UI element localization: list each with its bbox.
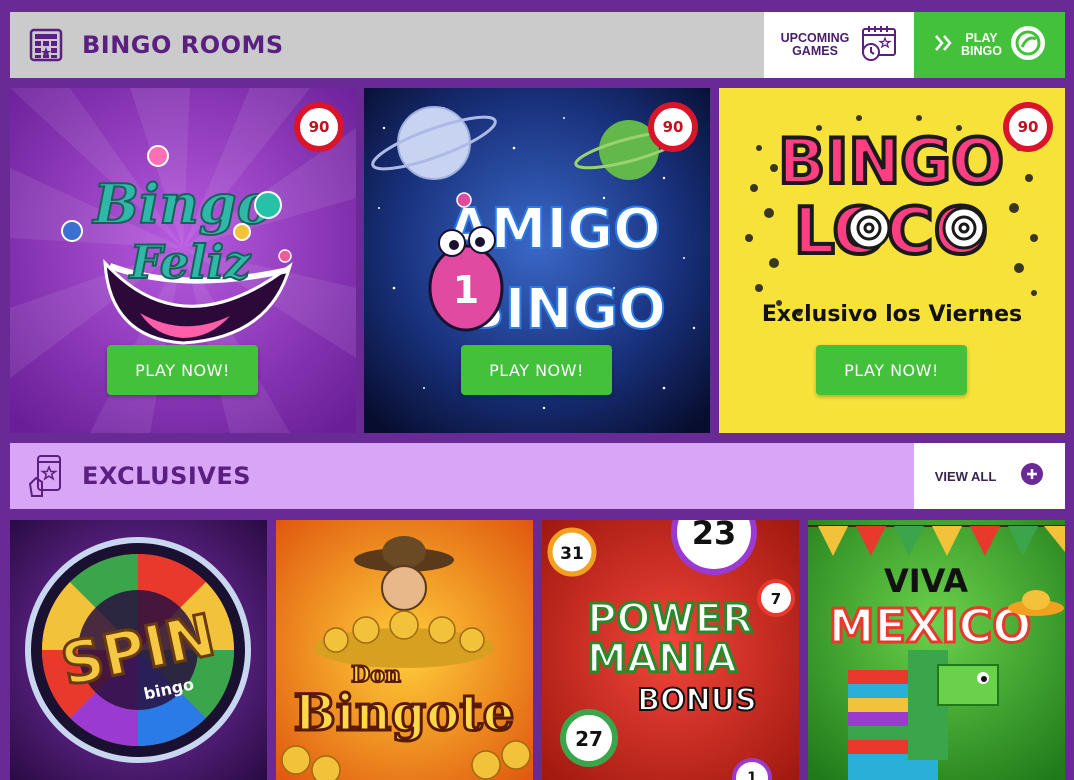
phone-star-icon	[10, 443, 82, 509]
ball-7-number: 7	[771, 590, 781, 608]
exclusives-header: EXCLUSIVES VIEW ALL	[10, 443, 1065, 509]
play-now-button[interactable]: PLAY NOW!	[107, 345, 258, 395]
game-tile-power-mania-bonus[interactable]: 31 23 7 27 1 POWER MANIA BONUS	[542, 520, 799, 780]
play-bingo-label: PLAY BINGO	[961, 31, 1002, 58]
ball-90-number: 90	[1009, 108, 1047, 146]
exclusives-title: EXCLUSIVES	[82, 462, 252, 490]
ball-90-number: 90	[300, 108, 338, 146]
svg-text:Bingote: Bingote	[294, 683, 515, 742]
svg-text:1: 1	[453, 268, 479, 312]
double-chevron-icon	[934, 34, 954, 57]
don-bingote-artwork: Don Bingote	[276, 520, 533, 780]
svg-text:BONUS: BONUS	[637, 683, 756, 718]
game-tile-don-bingote[interactable]: Don Bingote	[276, 520, 533, 780]
ball-90-badge: 90	[294, 102, 344, 152]
game-tile-viva-mexico[interactable]: VIVA MEXICO	[808, 520, 1065, 780]
play-now-button[interactable]: PLAY NOW!	[461, 345, 612, 395]
svg-text:BINGO: BINGO	[778, 125, 1004, 198]
ball-90-number: 90	[654, 108, 692, 146]
upcoming-games-label: UPCOMING GAMES	[780, 31, 850, 58]
svg-text:MEXICO: MEXICO	[829, 599, 1032, 653]
view-all-label: VIEW ALL	[934, 468, 997, 484]
spin-bingo-artwork: SPIN bingo	[10, 520, 267, 780]
svg-text:Feliz: Feliz	[128, 235, 251, 289]
bingo-rooms-header: BINGO ROOMS UPCOMING GAMES PLAY BINGO	[10, 12, 1065, 78]
plus-circle-icon	[1020, 462, 1044, 491]
game-tile-spin-bingo[interactable]: SPIN bingo	[10, 520, 267, 780]
room-card-bingo-loco[interactable]: BINGO LOCO Exclusivo los Viernes 90 PLAY…	[719, 88, 1065, 433]
ball-27-number: 27	[575, 727, 603, 751]
view-all-button[interactable]: VIEW ALL	[914, 443, 1065, 509]
play-now-button[interactable]: PLAY NOW!	[816, 345, 967, 395]
bingo-card-icon	[10, 12, 82, 78]
ball-90-badge: 90	[648, 102, 698, 152]
ball-1-number: 1	[747, 770, 757, 780]
bingo-ball-logo-icon	[1010, 25, 1046, 66]
power-mania-artwork: 31 23 7 27 1 POWER MANIA BONUS	[542, 520, 799, 780]
svg-text:VIVA: VIVA	[884, 562, 968, 600]
ball-23-number: 23	[692, 520, 737, 552]
svg-text:MANIA: MANIA	[587, 636, 737, 682]
ball-90-badge: 90	[1003, 102, 1053, 152]
bingo-rooms-title: BINGO ROOMS	[82, 31, 284, 59]
calendar-clock-icon	[859, 24, 899, 67]
bingo-loco-tagline: Exclusivo los Viernes	[761, 302, 1023, 327]
room-card-amigo-bingo[interactable]: AMIGO BINGO 1 90 PLAY NOW!	[364, 88, 710, 433]
play-bingo-button[interactable]: PLAY BINGO	[914, 12, 1065, 78]
upcoming-games-button[interactable]: UPCOMING GAMES	[764, 12, 914, 78]
room-card-bingo-feliz[interactable]: Bingo Feliz 90 PLAY NOW!	[10, 88, 356, 433]
ball-31-number: 31	[560, 544, 584, 564]
viva-mexico-artwork: VIVA MEXICO	[808, 520, 1065, 780]
